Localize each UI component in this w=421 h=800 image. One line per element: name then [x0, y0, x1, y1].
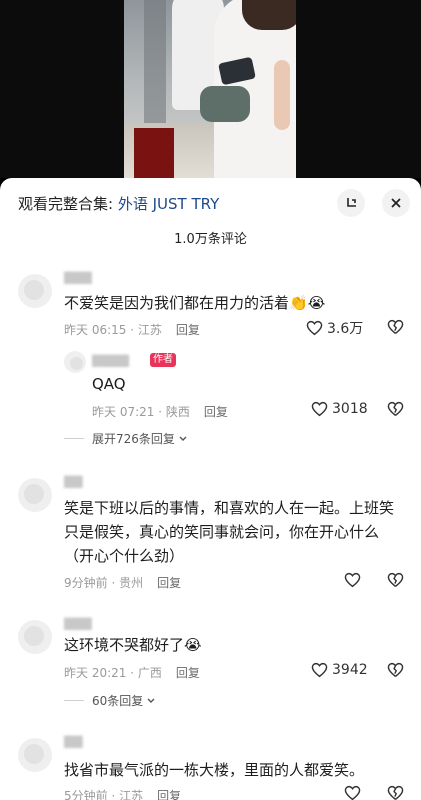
expand-replies-label: 60条回复	[92, 694, 144, 708]
divider-line	[64, 438, 84, 439]
comment-sheet: 观看完整合集: 外语 JUST TRY 1.0万条评论 ▇▇▇ 不爱笑是因为我们…	[0, 178, 421, 800]
reply-time: 昨天 07:21 · 陕西	[92, 405, 190, 419]
heart-icon	[306, 320, 323, 336]
divider-line	[64, 700, 84, 701]
comment-time: 9分钟前 · 贵州	[64, 576, 144, 590]
chevron-down-icon	[147, 698, 155, 703]
like-button[interactable]: 3942	[311, 662, 368, 678]
comment-emoji: 👏😭	[289, 294, 326, 312]
dislike-button[interactable]	[387, 401, 404, 417]
comment-count: 1.0万条评论	[174, 232, 247, 247]
expand-replies-button[interactable]: 展开726条回复	[64, 430, 188, 447]
reply-button[interactable]: 回复	[176, 323, 200, 337]
comment-text: 不爱笑是因为我们都在用力的活着👏😭	[64, 291, 325, 315]
comment-text-body: 不爱笑是因为我们都在用力的活着	[64, 294, 290, 312]
comment-text: 这环境不哭都好了😭	[64, 633, 202, 657]
username-blurred[interactable]: ▇▇	[64, 474, 82, 488]
heart-icon	[344, 785, 361, 800]
comment-time: 昨天 06:15 · 江苏	[64, 323, 162, 337]
comment-emoji: 😭	[184, 636, 202, 654]
comment-text: 笑是下班以后的事情，和喜欢的人在一起。上班笑只是假笑，真心的笑同事就会问，你在开…	[64, 499, 395, 565]
like-count: 3018	[332, 401, 368, 417]
username-blurred[interactable]: ▇▇	[64, 734, 82, 748]
dislike-button[interactable]	[387, 572, 404, 588]
video-red-object	[134, 128, 174, 178]
like-button[interactable]: 3018	[311, 401, 368, 417]
like-button[interactable]: 3.6万	[306, 318, 363, 338]
heart-icon	[311, 401, 328, 417]
broken-heart-icon	[387, 785, 404, 800]
like-count: 3.6万	[327, 321, 364, 337]
reply-button[interactable]: 回复	[204, 405, 228, 419]
heart-icon	[311, 662, 328, 678]
comment-time: 昨天 20:21 · 广西	[64, 666, 162, 680]
avatar[interactable]	[18, 478, 52, 512]
close-icon	[391, 198, 401, 208]
minimize-icon	[347, 198, 356, 207]
video-arm	[274, 60, 290, 130]
comment-meta: 5分钟前 · 江苏 回复	[64, 787, 181, 800]
video-bag	[200, 86, 250, 122]
chevron-down-icon	[179, 436, 187, 441]
reply-username-blurred[interactable]: ▇▇▇▇	[92, 353, 129, 367]
close-button[interactable]	[382, 189, 410, 217]
collection-prefix: 观看完整合集:	[18, 195, 114, 213]
like-button[interactable]	[344, 572, 365, 588]
heart-icon	[344, 572, 361, 588]
comment-text-body: 这环境不哭都好了	[64, 636, 185, 654]
video-frame	[124, 0, 296, 178]
video-player[interactable]	[0, 0, 421, 178]
broken-heart-icon	[387, 662, 404, 677]
expand-replies-label: 展开726条回复	[92, 432, 175, 446]
reply-text: QAQ	[92, 375, 126, 393]
broken-heart-icon	[387, 319, 404, 334]
reply-button[interactable]: 回复	[157, 576, 181, 590]
comment-meta: 9分钟前 · 贵州 回复	[64, 574, 181, 591]
broken-heart-icon	[387, 401, 404, 416]
collection-link[interactable]: 观看完整合集: 外语 JUST TRY	[18, 193, 219, 214]
collection-name[interactable]: 外语 JUST TRY	[118, 195, 219, 213]
reply-button[interactable]: 回复	[176, 666, 200, 680]
comment-time: 5分钟前 · 江苏	[64, 789, 144, 800]
reply-button[interactable]: 回复	[157, 789, 181, 800]
avatar[interactable]	[18, 738, 52, 772]
broken-heart-icon	[387, 572, 404, 587]
avatar[interactable]	[18, 274, 52, 308]
username-blurred[interactable]: ▇▇▇	[64, 616, 92, 630]
minimize-button[interactable]	[337, 189, 365, 217]
comment-meta: 昨天 20:21 · 广西 回复	[64, 664, 200, 681]
dislike-button[interactable]	[387, 785, 404, 800]
expand-replies-button[interactable]: 60条回复	[64, 692, 156, 709]
reply-meta: 昨天 07:21 · 陕西 回复	[92, 403, 228, 420]
video-hair	[242, 0, 296, 30]
author-badge: 作者	[150, 353, 176, 367]
like-count: 3942	[332, 662, 368, 678]
comment-meta: 昨天 06:15 · 江苏 回复	[64, 321, 200, 338]
avatar[interactable]	[18, 620, 52, 654]
like-button[interactable]	[344, 785, 361, 800]
dislike-button[interactable]	[387, 662, 404, 678]
comment-text: 找省市最气派的一栋大楼，里面的人都爱笑。	[64, 761, 365, 779]
comment-sheet-header: 观看完整合集: 外语 JUST TRY	[0, 178, 421, 228]
dislike-button[interactable]	[387, 319, 404, 335]
username-blurred[interactable]: ▇▇▇	[64, 270, 92, 284]
reply-avatar[interactable]	[64, 351, 86, 373]
